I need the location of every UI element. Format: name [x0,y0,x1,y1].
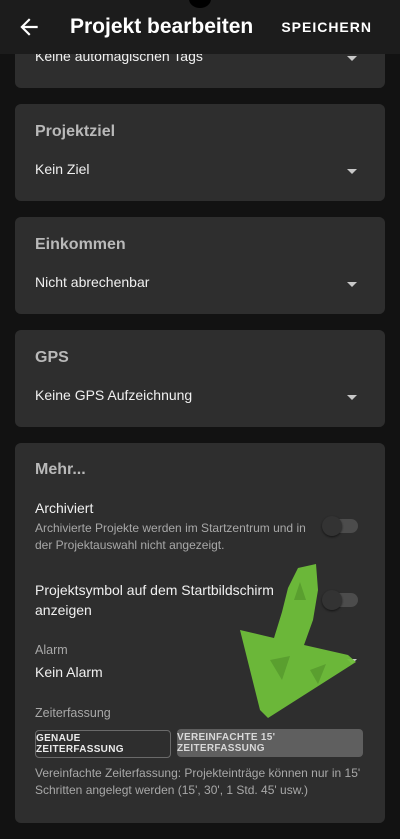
exact-time-tracking-button[interactable]: GENAUE ZEITERFASSUNG [35,730,171,758]
archived-setting-title: Archiviert [35,500,94,516]
income-card-title: Einkommen [35,236,126,253]
goal-dropdown-value[interactable]: Kein Ziel [35,161,89,177]
income-dropdown-value[interactable]: Nicht abrechenbar [35,274,149,290]
app-bar: Projekt bearbeiten SPEICHERN [0,0,400,54]
goal-card-title: Projektziel [35,123,116,140]
chevron-down-icon[interactable] [347,395,357,400]
chevron-down-icon[interactable] [347,169,357,174]
gps-card-title: GPS [35,349,69,366]
annotation-arrow-icon [240,564,356,718]
page-title: Projekt bearbeiten [70,15,254,38]
camera-cutout [189,0,211,8]
archived-setting-description: Archivierte Projekte werden im Startzent… [35,521,306,552]
more-card-title: Mehr... [35,461,86,478]
arrow-left-icon[interactable] [16,14,42,40]
simplified-time-tracking-button[interactable]: VEREINFACHTE 15' ZEITERFASSUNG [177,729,363,757]
time-tracking-description: Vereinfachte Zeiterfassung: Projekteintr… [35,766,361,797]
gps-card: GPS Keine GPS Aufzeichnung [15,330,385,427]
alarm-label: Alarm [35,643,68,657]
gps-dropdown-value[interactable]: Keine GPS Aufzeichnung [35,387,192,403]
time-tracking-label: Zeiterfassung [35,706,111,720]
income-card: Einkommen Nicht abrechenbar [15,217,385,314]
goal-card: Projektziel Kein Ziel [15,104,385,201]
chevron-down-icon[interactable] [347,56,357,61]
archived-toggle[interactable] [322,516,358,536]
save-button[interactable]: SPEICHERN [281,19,372,35]
chevron-down-icon[interactable] [347,282,357,287]
alarm-dropdown-value[interactable]: Kein Alarm [35,664,103,680]
